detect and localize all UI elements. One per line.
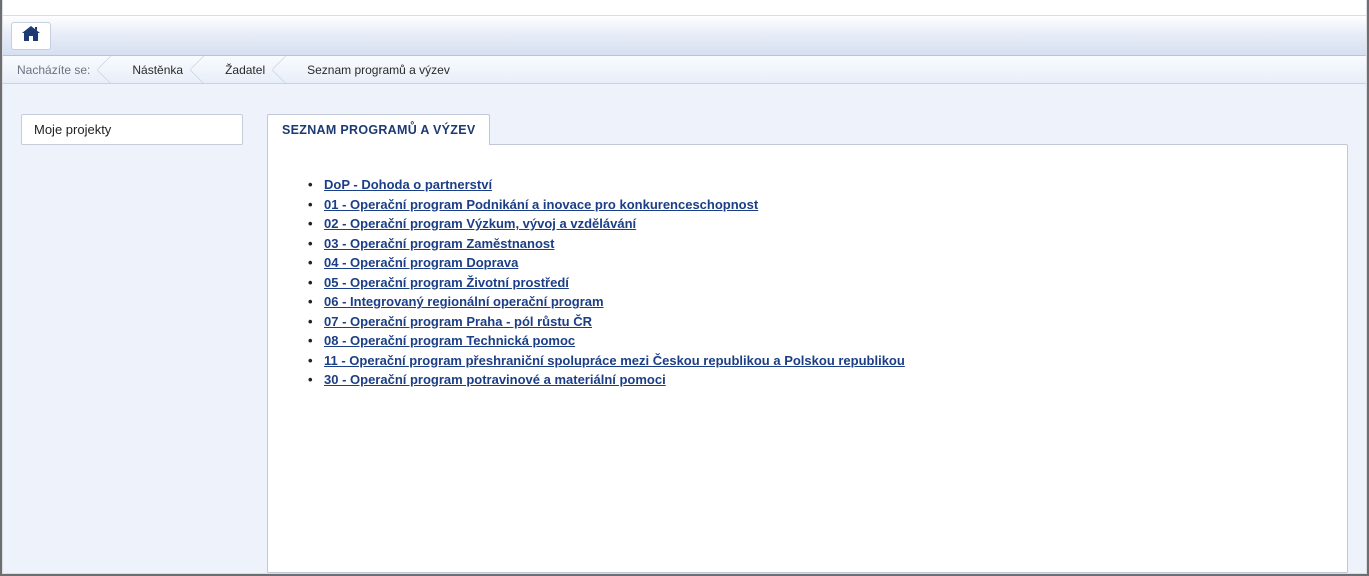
- sidebar-item-my-projects[interactable]: Moje projekty: [21, 114, 243, 145]
- content-column: SEZNAM PROGRAMŮ A VÝZEV DoP - Dohoda o p…: [267, 114, 1348, 573]
- program-link-2[interactable]: 02 - Operační program Výzkum, vývoj a vz…: [324, 216, 636, 231]
- program-link-1[interactable]: 01 - Operační program Podnikání a inovac…: [324, 197, 758, 212]
- breadcrumb-item-1[interactable]: Žadatel: [203, 56, 285, 83]
- header-strip: [3, 0, 1366, 16]
- program-link-6[interactable]: 06 - Integrovaný regionální operační pro…: [324, 294, 604, 309]
- list-item: DoP - Dohoda o partnerství: [308, 175, 1307, 195]
- list-item: 03 - Operační program Zaměstnanost: [308, 234, 1307, 254]
- program-link-7[interactable]: 07 - Operační program Praha - pól růstu …: [324, 314, 592, 329]
- list-item: 05 - Operační program Životní prostředí: [308, 273, 1307, 293]
- breadcrumb-label: Nacházíte se:: [3, 56, 110, 83]
- program-link-9[interactable]: 11 - Operační program přeshraniční spolu…: [324, 353, 905, 368]
- breadcrumb-item-0[interactable]: Nástěnka: [110, 56, 203, 83]
- sidebar: Moje projekty: [21, 114, 243, 573]
- list-item: 11 - Operační program přeshraniční spolu…: [308, 351, 1307, 371]
- breadcrumb-item-2[interactable]: Seznam programů a výzev: [285, 56, 470, 83]
- program-link-8[interactable]: 08 - Operační program Technická pomoc: [324, 333, 575, 348]
- topbar: [3, 16, 1366, 56]
- program-link-0[interactable]: DoP - Dohoda o partnerství: [324, 177, 492, 192]
- program-link-4[interactable]: 04 - Operační program Doprava: [324, 255, 518, 270]
- list-item: 08 - Operační program Technická pomoc: [308, 331, 1307, 351]
- list-item: 30 - Operační program potravinové a mate…: [308, 370, 1307, 390]
- list-item: 06 - Integrovaný regionální operační pro…: [308, 292, 1307, 312]
- app-inner: Nacházíte se: Nástěnka Žadatel Seznam pr…: [2, 0, 1367, 574]
- program-link-5[interactable]: 05 - Operační program Životní prostředí: [324, 275, 569, 290]
- list-item: 07 - Operační program Praha - pól růstu …: [308, 312, 1307, 332]
- program-link-3[interactable]: 03 - Operační program Zaměstnanost: [324, 236, 554, 251]
- list-item: 01 - Operační program Podnikání a inovac…: [308, 195, 1307, 215]
- program-link-10[interactable]: 30 - Operační program potravinové a mate…: [324, 372, 666, 387]
- tab-bar: SEZNAM PROGRAMŮ A VÝZEV: [267, 114, 1348, 145]
- sidebar-item-label: Moje projekty: [34, 122, 111, 137]
- window-frame: Nacházíte se: Nástěnka Žadatel Seznam pr…: [0, 0, 1369, 576]
- panel-program-list: DoP - Dohoda o partnerství 01 - Operační …: [267, 144, 1348, 573]
- home-icon: [22, 26, 40, 45]
- list-item: 02 - Operační program Výzkum, vývoj a vz…: [308, 214, 1307, 234]
- program-list: DoP - Dohoda o partnerství 01 - Operační …: [308, 175, 1307, 390]
- breadcrumb: Nacházíte se: Nástěnka Žadatel Seznam pr…: [3, 56, 1366, 84]
- home-button[interactable]: [11, 22, 51, 50]
- list-item: 04 - Operační program Doprava: [308, 253, 1307, 273]
- main-area: Moje projekty SEZNAM PROGRAMŮ A VÝZEV Do…: [3, 84, 1366, 573]
- tab-label: SEZNAM PROGRAMŮ A VÝZEV: [282, 123, 475, 137]
- tab-program-list[interactable]: SEZNAM PROGRAMŮ A VÝZEV: [267, 114, 490, 145]
